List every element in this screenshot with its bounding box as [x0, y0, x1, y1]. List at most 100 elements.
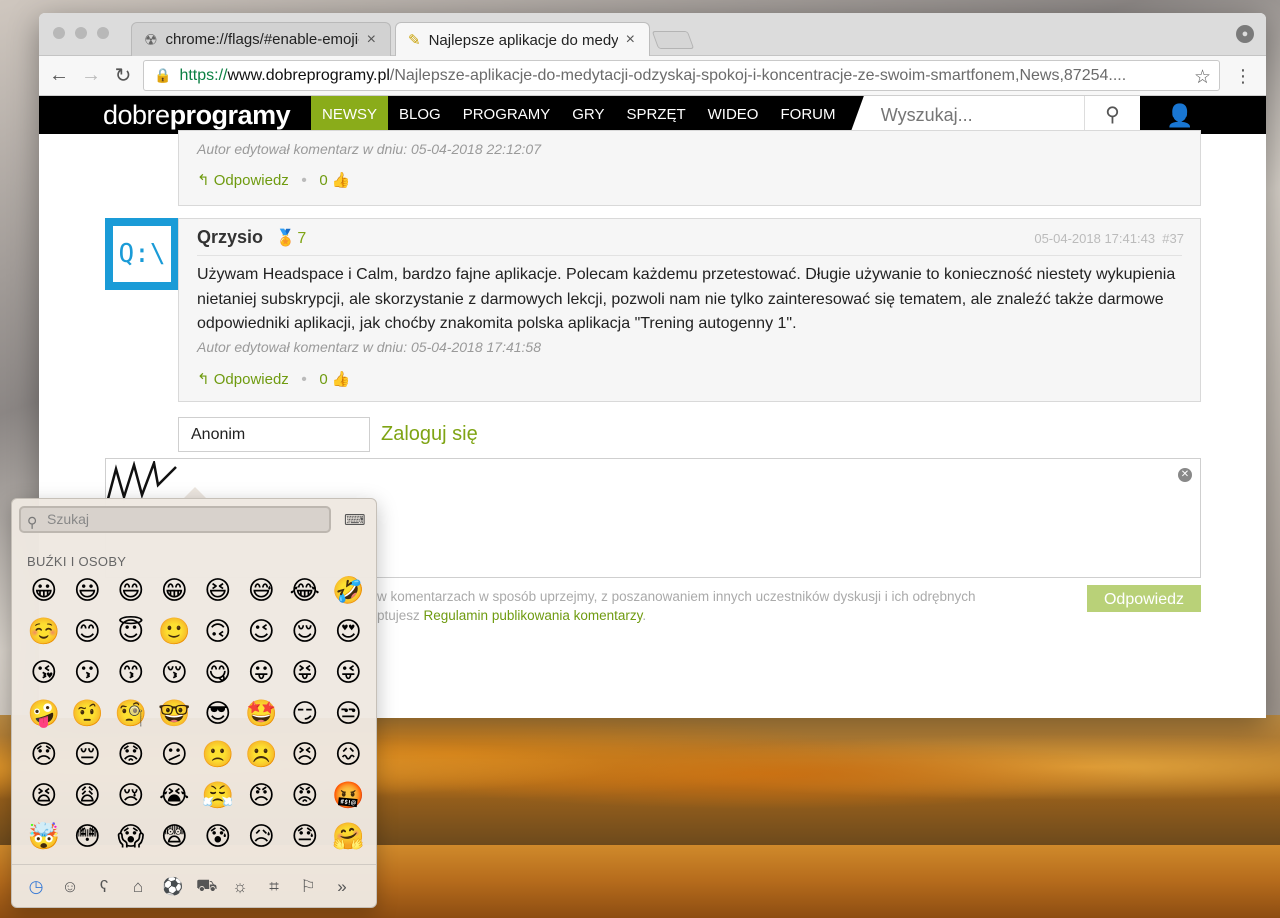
emoji-item[interactable]: 😡: [283, 776, 327, 817]
emoji-item[interactable]: 😕: [153, 735, 197, 776]
emoji-item[interactable]: 😆: [196, 571, 240, 612]
tab-dobreprogramy[interactable]: ✎ Najlepsze aplikacje do medytac ×: [395, 22, 650, 57]
emoji-item[interactable]: 😅: [240, 571, 284, 612]
emoji-item[interactable]: 😥: [240, 817, 284, 858]
maximize-window-button[interactable]: [97, 27, 109, 39]
emoji-item[interactable]: 😝: [283, 653, 327, 694]
comment-number[interactable]: #37: [1162, 231, 1184, 246]
nav-sprzet[interactable]: SPRZĘT: [615, 96, 696, 134]
name-field[interactable]: [178, 417, 370, 452]
back-arrow-icon[interactable]: ←: [43, 64, 75, 87]
emoji-item[interactable]: 😞: [22, 735, 66, 776]
emoji-item[interactable]: 😳: [66, 817, 110, 858]
symbols-icon[interactable]: ⌗: [264, 877, 284, 897]
nav-newsy[interactable]: NEWSY: [311, 96, 389, 134]
submit-reply-button[interactable]: Odpowiedz: [1087, 585, 1201, 612]
emoji-item[interactable]: 😍: [327, 612, 371, 653]
reload-icon[interactable]: ↻: [107, 63, 139, 88]
smiley-icon[interactable]: ☺: [60, 877, 80, 897]
emoji-item[interactable]: 😏: [283, 694, 327, 735]
emoji-item[interactable]: 🙂: [153, 612, 197, 653]
emoji-item[interactable]: 😚: [153, 653, 197, 694]
cake-icon[interactable]: ⌂: [128, 877, 148, 897]
emoji-item[interactable]: 😊: [66, 612, 110, 653]
more-icon[interactable]: »: [332, 877, 352, 897]
emoji-item[interactable]: ☹️: [240, 735, 284, 776]
emoji-item[interactable]: 😉: [240, 612, 284, 653]
emoji-item[interactable]: 🤗: [327, 817, 371, 858]
vote-button[interactable]: 0 👍: [319, 371, 350, 388]
emoji-item[interactable]: 😗: [66, 653, 110, 694]
emoji-item[interactable]: 😤: [196, 776, 240, 817]
vote-button[interactable]: 0 👍: [319, 172, 350, 189]
nav-forum[interactable]: FORUM: [769, 96, 846, 134]
emoji-item[interactable]: 😢: [109, 776, 153, 817]
tab-chrome-flags[interactable]: ☢ chrome://flags/#enable-emoji- ×: [131, 22, 391, 56]
profile-icon[interactable]: ●: [1236, 25, 1254, 43]
emoji-item[interactable]: 😩: [66, 776, 110, 817]
emoji-item[interactable]: 😙: [109, 653, 153, 694]
reply-link[interactable]: ↰ Odpowiedz: [197, 371, 289, 388]
new-tab-button[interactable]: [651, 31, 695, 49]
emoji-item[interactable]: 🤩: [240, 694, 284, 735]
emoji-item[interactable]: 🤨: [66, 694, 110, 735]
site-logo[interactable]: dobreprogramy: [39, 100, 311, 131]
emoji-item[interactable]: 😨: [153, 817, 197, 858]
emoji-item[interactable]: 🙃: [196, 612, 240, 653]
emoji-item[interactable]: 😃: [66, 571, 110, 612]
nav-gry[interactable]: GRY: [561, 96, 615, 134]
emoji-item[interactable]: 😁: [153, 571, 197, 612]
forward-arrow-icon[interactable]: →: [75, 64, 107, 87]
emoji-item[interactable]: 🤪: [22, 694, 66, 735]
flag-icon[interactable]: ⚐: [298, 877, 318, 897]
avatar[interactable]: Q:\: [105, 218, 179, 290]
car-icon[interactable]: ⛟: [196, 876, 217, 898]
emoji-item[interactable]: 🤣: [327, 571, 371, 612]
bear-icon[interactable]: ʕ: [94, 877, 114, 897]
emoji-item[interactable]: 😄: [109, 571, 153, 612]
address-bar[interactable]: 🔒 https:// www.dobreprogramy.pl /Najleps…: [143, 60, 1220, 91]
emoji-search-input[interactable]: ⚲ Szukaj: [19, 506, 331, 533]
site-search-input[interactable]: [878, 104, 1079, 127]
clock-icon[interactable]: ◷: [26, 877, 46, 897]
character-viewer-icon[interactable]: ⌨: [344, 511, 366, 529]
close-icon[interactable]: ×: [367, 31, 376, 49]
emoji-item[interactable]: 😔: [66, 735, 110, 776]
emoji-item[interactable]: 🧐: [109, 694, 153, 735]
user-account-button[interactable]: 👤: [1140, 96, 1266, 134]
emoji-item[interactable]: 😰: [196, 817, 240, 858]
emoji-item[interactable]: 🤓: [153, 694, 197, 735]
ball-icon[interactable]: ⚽: [162, 877, 183, 897]
browser-menu-icon[interactable]: ⋮: [1234, 66, 1252, 87]
emoji-item[interactable]: 😂: [283, 571, 327, 612]
emoji-item[interactable]: 😣: [283, 735, 327, 776]
close-window-button[interactable]: [53, 27, 65, 39]
emoji-item[interactable]: 😠: [240, 776, 284, 817]
rules-link[interactable]: Regulamin publikowania komentarzy: [424, 608, 643, 623]
emoji-item[interactable]: 😟: [109, 735, 153, 776]
emoji-item[interactable]: 🤬: [327, 776, 371, 817]
emoji-item[interactable]: 😭: [153, 776, 197, 817]
emoji-item[interactable]: 😌: [283, 612, 327, 653]
close-icon[interactable]: ×: [626, 31, 635, 49]
emoji-item[interactable]: 😓: [283, 817, 327, 858]
emoji-item[interactable]: 😎: [196, 694, 240, 735]
emoji-item[interactable]: 😫: [22, 776, 66, 817]
emoji-item[interactable]: 😱: [109, 817, 153, 858]
search-icon[interactable]: ⚲: [1084, 96, 1140, 134]
emoji-item[interactable]: 😇: [109, 612, 153, 653]
bulb-icon[interactable]: ☼: [230, 877, 250, 897]
emoji-item[interactable]: 😜: [327, 653, 371, 694]
nav-blog[interactable]: BLOG: [388, 96, 452, 134]
emoji-item[interactable]: 😀: [22, 571, 66, 612]
reply-link[interactable]: ↰ Odpowiedz: [197, 172, 289, 189]
nav-wideo[interactable]: WIDEO: [697, 96, 770, 134]
bookmark-star-icon[interactable]: ☆: [1194, 66, 1211, 89]
nav-programy[interactable]: PROGRAMY: [452, 96, 562, 134]
emoji-item[interactable]: ☺️: [22, 612, 66, 653]
emoji-item[interactable]: 😘: [22, 653, 66, 694]
emoji-item[interactable]: 😋: [196, 653, 240, 694]
login-link[interactable]: Zaloguj się: [381, 423, 478, 446]
emoji-item[interactable]: 😖: [327, 735, 371, 776]
emoji-item[interactable]: 🙁: [196, 735, 240, 776]
